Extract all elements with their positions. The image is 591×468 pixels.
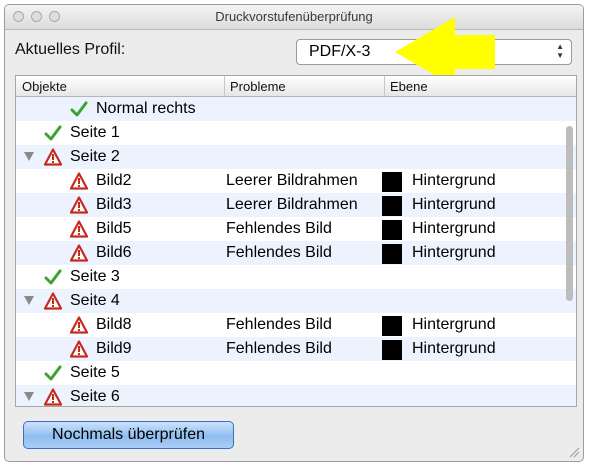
object-name: Seite 6: [70, 388, 120, 405]
disclosure-triangle-icon[interactable]: [24, 392, 34, 401]
column-header-objekte[interactable]: Objekte: [22, 79, 67, 94]
layer-name: Hintergrund: [412, 172, 496, 189]
problem-text: Fehlendes Bild: [226, 244, 332, 261]
problem-text: Fehlendes Bild: [226, 220, 332, 237]
column-header-probleme[interactable]: Probleme: [230, 79, 286, 94]
layer-name: Hintergrund: [412, 316, 496, 333]
table-row[interactable]: Bild6 Fehlendes Bild Hintergrund: [16, 241, 576, 265]
table-row[interactable]: Seite 5: [16, 361, 576, 385]
resize-grip-icon[interactable]: [568, 446, 580, 458]
warning-icon: [43, 388, 63, 406]
warning-icon: [43, 292, 63, 310]
table-row[interactable]: Normal rechts: [16, 97, 576, 121]
up-down-chevron-icon: ▲ ▼: [556, 42, 564, 60]
warning-icon: [69, 316, 89, 334]
warning-icon: [69, 172, 89, 190]
problem-text: Leerer Bildrahmen: [226, 196, 358, 213]
recheck-button[interactable]: Nochmals überprüfen: [23, 421, 234, 449]
object-name: Seite 5: [70, 364, 120, 381]
warning-icon: [43, 148, 63, 166]
layer-color-swatch: [382, 316, 402, 336]
layer-color-swatch: [382, 340, 402, 360]
problem-text: Fehlendes Bild: [226, 340, 332, 357]
object-name: Seite 3: [70, 268, 120, 285]
layer-color-swatch: [382, 220, 402, 240]
object-name: Bild8: [96, 316, 132, 333]
results-list[interactable]: Objekte Probleme Ebene Normal rechts Seit…: [15, 75, 577, 407]
object-name: Bild6: [96, 244, 132, 261]
object-name: Bild3: [96, 196, 132, 213]
table-row[interactable]: Seite 6: [16, 385, 576, 406]
object-name: Bild9: [96, 340, 132, 357]
profile-value: PDF/X-3: [309, 43, 371, 60]
list-body: Normal rechts Seite 1 Seite 2 Bild2 Leerer B…: [16, 97, 576, 406]
layer-name: Hintergrund: [412, 244, 496, 261]
object-name: Seite 1: [70, 124, 120, 141]
table-row[interactable]: Seite 4: [16, 289, 576, 313]
layer-color-swatch: [382, 172, 402, 192]
layer-color-swatch: [382, 196, 402, 216]
warning-icon: [69, 244, 89, 262]
check-icon: [44, 124, 62, 142]
table-row[interactable]: Bild9 Fehlendes Bild Hintergrund: [16, 337, 576, 361]
vertical-scrollbar[interactable]: [566, 126, 573, 301]
layer-color-swatch: [382, 244, 402, 264]
warning-icon: [69, 196, 89, 214]
warning-icon: [69, 220, 89, 238]
check-icon: [70, 100, 88, 118]
layer-name: Hintergrund: [412, 220, 496, 237]
check-icon: [44, 364, 62, 382]
layer-name: Hintergrund: [412, 196, 496, 213]
preflight-window: Druckvorstufenüberprüfung Aktuelles Prof…: [4, 4, 584, 462]
object-name: Normal rechts: [96, 100, 196, 117]
table-row[interactable]: Bild8 Fehlendes Bild Hintergrund: [16, 313, 576, 337]
table-row[interactable]: Bild2 Leerer Bildrahmen Hintergrund: [16, 169, 576, 193]
object-name: Seite 4: [70, 292, 120, 309]
window-title: Druckvorstufenüberprüfung: [215, 9, 373, 24]
object-name: Bild5: [96, 220, 132, 237]
table-row[interactable]: Seite 1: [16, 121, 576, 145]
object-name: Bild2: [96, 172, 132, 189]
object-name: Seite 2: [70, 148, 120, 165]
disclosure-triangle-icon[interactable]: [24, 152, 34, 161]
table-row[interactable]: Seite 3: [16, 265, 576, 289]
problem-text: Leerer Bildrahmen: [226, 172, 358, 189]
layer-name: Hintergrund: [412, 340, 496, 357]
disclosure-triangle-icon[interactable]: [24, 296, 34, 305]
table-row[interactable]: Bild3 Leerer Bildrahmen Hintergrund: [16, 193, 576, 217]
profile-label: Aktuelles Profil:: [15, 41, 126, 58]
warning-icon: [69, 340, 89, 358]
problem-text: Fehlendes Bild: [226, 316, 332, 333]
table-row[interactable]: Seite 2: [16, 145, 576, 169]
title-bar[interactable]: Druckvorstufenüberprüfung: [5, 5, 583, 30]
check-icon: [44, 268, 62, 286]
table-row[interactable]: Bild5 Fehlendes Bild Hintergrund: [16, 217, 576, 241]
list-header: Objekte Probleme Ebene: [16, 76, 576, 97]
column-header-ebene[interactable]: Ebene: [390, 79, 428, 94]
